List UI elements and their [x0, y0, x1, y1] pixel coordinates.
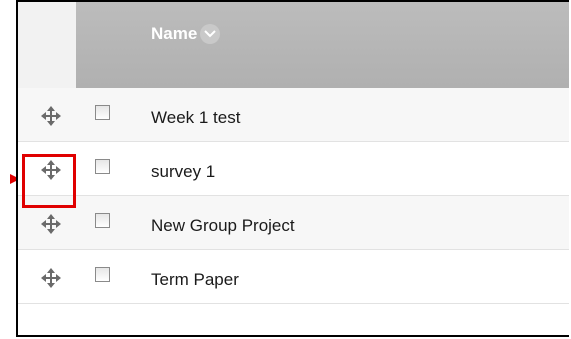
name-column-label: Name [151, 24, 198, 43]
content-table: Name Week 1 test survey 1 New Group Proj… [16, 0, 569, 337]
row-checkbox[interactable] [95, 105, 110, 120]
move-arrows-icon[interactable] [40, 105, 62, 127]
table-header: Name [18, 2, 569, 88]
item-label[interactable]: New Group Project [151, 216, 295, 236]
header-bar [76, 2, 569, 88]
chevron-down-icon[interactable] [200, 24, 221, 44]
table-row: Week 1 test [18, 88, 569, 142]
move-arrows-icon[interactable] [40, 213, 62, 235]
move-arrows-icon[interactable] [40, 267, 62, 289]
table-row: New Group Project [18, 196, 569, 250]
table-row: survey 1 [18, 142, 569, 196]
row-checkbox[interactable] [95, 267, 110, 282]
row-checkbox[interactable] [95, 213, 110, 228]
item-label[interactable]: Term Paper [151, 270, 239, 290]
header-spacer [18, 2, 76, 88]
highlight-box [22, 154, 76, 208]
row-checkbox[interactable] [95, 159, 110, 174]
table-row: Term Paper [18, 250, 569, 304]
item-label[interactable]: survey 1 [151, 162, 215, 182]
name-column-header[interactable]: Name [151, 24, 221, 44]
item-label[interactable]: Week 1 test [151, 108, 240, 128]
